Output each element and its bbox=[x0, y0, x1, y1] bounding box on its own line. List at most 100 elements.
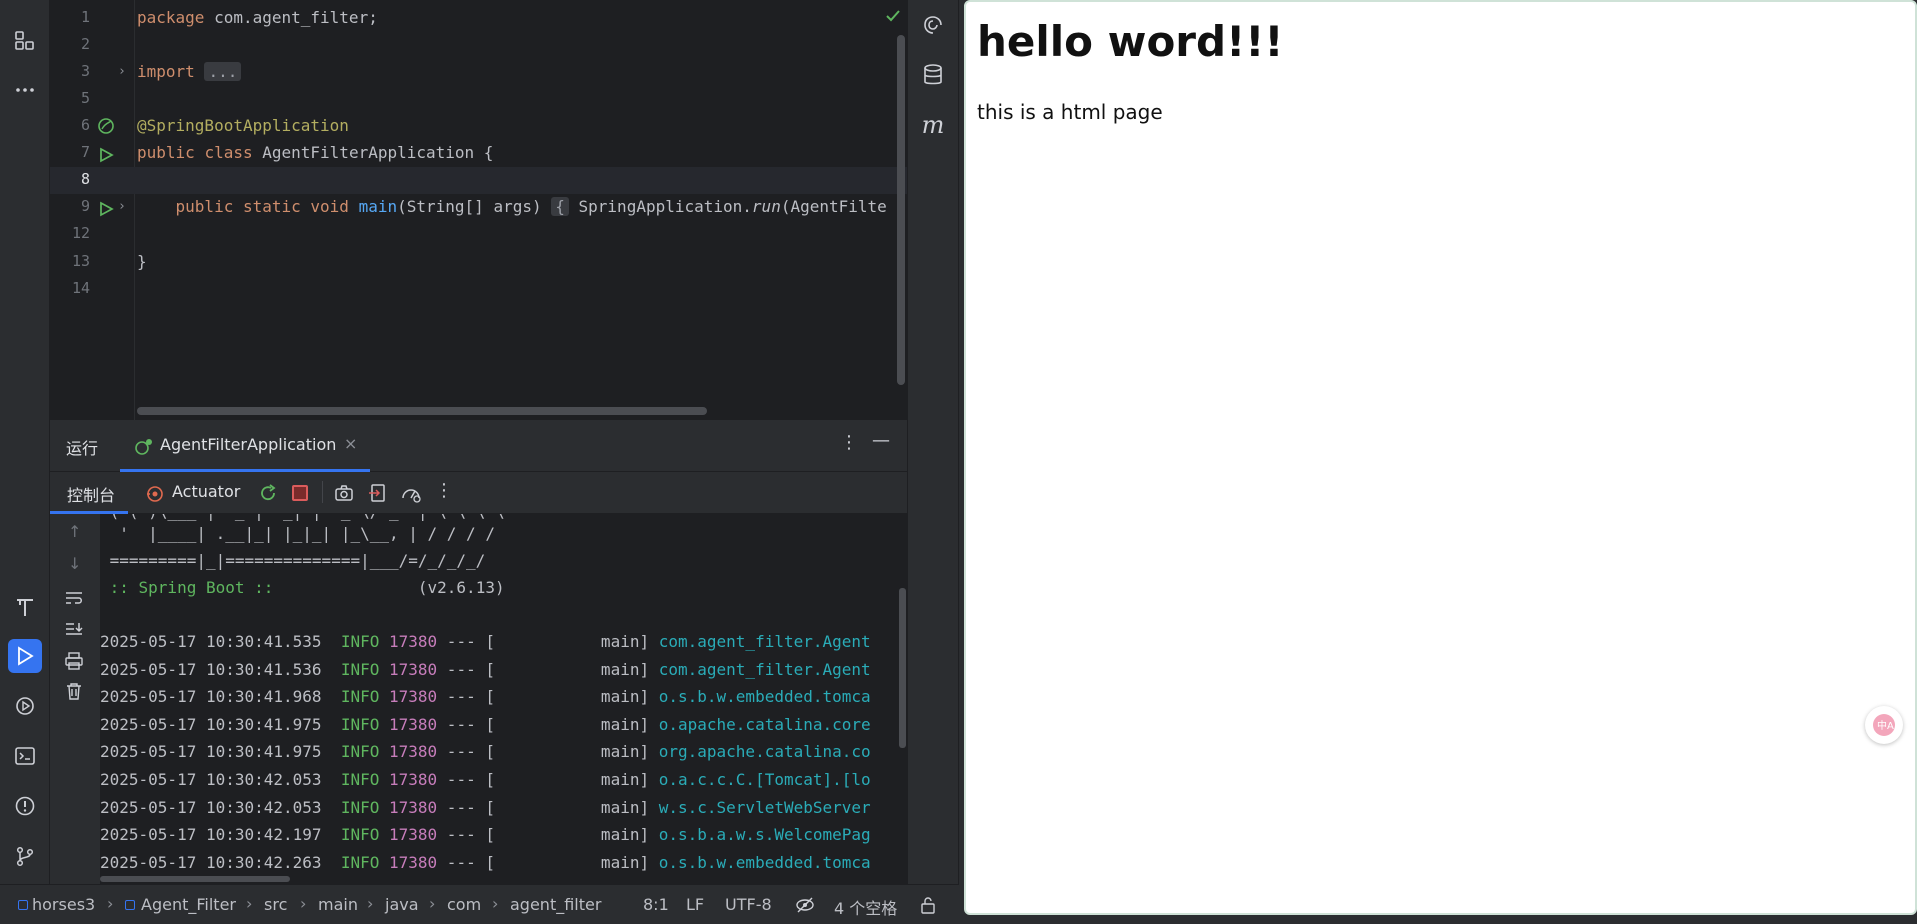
log-pid: 17380 bbox=[389, 742, 438, 762]
import-fold[interactable]: ... bbox=[204, 62, 242, 81]
soft-wrap-icon[interactable] bbox=[64, 590, 84, 610]
status-bar: horses3 › Agent_Filter › src › main › ja… bbox=[0, 884, 959, 924]
minimize-icon[interactable]: — bbox=[872, 430, 890, 451]
run-icon[interactable] bbox=[8, 639, 42, 673]
code-line[interactable]: 14 bbox=[50, 275, 907, 302]
actuator-icon bbox=[145, 484, 165, 508]
caret-position[interactable]: 8:1 bbox=[643, 895, 669, 914]
line-number: 1 bbox=[80, 8, 90, 26]
line-separator[interactable]: LF bbox=[686, 895, 704, 914]
code-line[interactable]: 12 bbox=[50, 220, 907, 247]
close-icon[interactable]: × bbox=[344, 434, 357, 453]
problems-icon[interactable] bbox=[8, 789, 42, 823]
log-line: 2025-05-17 10:30:42.053 INFO 17380 --- [… bbox=[100, 766, 871, 793]
line-number: 13 bbox=[71, 252, 90, 270]
breadcrumb-horses3[interactable]: horses3 bbox=[32, 895, 95, 914]
database-icon[interactable] bbox=[916, 58, 950, 92]
run-panel: 运行 AgentFilterApplication × ⋮ — 控制台 Actu… bbox=[50, 420, 907, 884]
breadcrumb-separator: › bbox=[246, 894, 253, 913]
scroll-down-icon[interactable]: ↓ bbox=[68, 554, 81, 573]
body-fold[interactable]: { bbox=[551, 197, 569, 216]
stop-icon[interactable] bbox=[292, 485, 308, 501]
inspection-icon[interactable] bbox=[795, 896, 815, 918]
camera-icon[interactable] bbox=[334, 483, 354, 507]
check-icon[interactable] bbox=[885, 8, 901, 27]
fold-chevron-icon[interactable]: › bbox=[118, 58, 126, 85]
project-icon[interactable] bbox=[8, 24, 42, 58]
code-line[interactable]: 9 › public static void main(String[] arg… bbox=[50, 193, 907, 220]
log-pid: 17380 bbox=[389, 687, 438, 707]
log-level: INFO bbox=[340, 852, 380, 872]
run-call: run bbox=[751, 197, 781, 216]
console-horizontal-scrollbar[interactable] bbox=[100, 876, 290, 882]
keyword: class bbox=[204, 143, 253, 162]
editor-horizontal-scrollbar[interactable] bbox=[137, 407, 707, 415]
breadcrumb-agent-filter[interactable]: Agent_Filter bbox=[141, 895, 236, 914]
rerun-icon[interactable] bbox=[258, 483, 278, 507]
breadcrumb-agent-filter-package[interactable]: agent_filter bbox=[510, 895, 601, 914]
tab-console[interactable]: 控制台 bbox=[50, 472, 128, 514]
toolbar-more-icon[interactable]: ⋮ bbox=[435, 480, 453, 501]
log-thread: --- [ main] bbox=[437, 852, 659, 872]
tab-run[interactable]: 运行 bbox=[66, 435, 98, 459]
print-icon[interactable] bbox=[64, 652, 84, 674]
breadcrumb-main[interactable]: main bbox=[318, 895, 358, 914]
editor-vertical-scrollbar[interactable] bbox=[897, 35, 905, 385]
more-icon[interactable] bbox=[8, 73, 42, 107]
lock-icon[interactable] bbox=[920, 896, 936, 918]
line-number: 3 bbox=[80, 62, 90, 80]
code-line[interactable]: 7 public class AgentFilterApplication { bbox=[50, 139, 907, 166]
log-level: INFO bbox=[340, 742, 380, 762]
scroll-up-icon[interactable]: ↑ bbox=[68, 522, 81, 541]
log-thread: --- [ main] bbox=[437, 632, 659, 651]
exit-icon[interactable] bbox=[368, 483, 388, 507]
build-icon[interactable] bbox=[8, 590, 42, 624]
log-thread: --- [ main] bbox=[437, 714, 659, 734]
breadcrumb-java[interactable]: java bbox=[385, 895, 419, 914]
keyword: public bbox=[175, 197, 234, 216]
file-encoding[interactable]: UTF-8 bbox=[725, 895, 772, 914]
log-pid: 17380 bbox=[389, 659, 438, 679]
banner-line: =========|_|==============|___/=/_/_/_/ bbox=[100, 551, 486, 570]
scroll-to-end-icon[interactable] bbox=[64, 621, 84, 641]
code-line[interactable]: 3 › import ... bbox=[50, 58, 907, 85]
log-thread: --- [ main] bbox=[437, 687, 659, 707]
translate-icon[interactable]: 中A bbox=[1865, 706, 1903, 744]
tab-console-label: 控制台 bbox=[67, 486, 116, 505]
indent-setting[interactable]: 4 个空格 bbox=[834, 895, 897, 919]
keyword: static bbox=[242, 197, 301, 216]
code-line[interactable]: 1 package com.agent_filter; bbox=[50, 4, 907, 31]
keyword: void bbox=[310, 197, 349, 216]
breadcrumb-src[interactable]: src bbox=[264, 895, 287, 914]
services-icon[interactable] bbox=[8, 689, 42, 723]
profiler-icon[interactable] bbox=[400, 483, 422, 507]
close-brace: } bbox=[137, 252, 147, 271]
class-name: AgentFilterApplication { bbox=[252, 143, 494, 162]
terminal-icon[interactable] bbox=[8, 739, 42, 773]
breadcrumb-com[interactable]: com bbox=[447, 895, 481, 914]
fold-chevron-icon[interactable]: › bbox=[118, 193, 126, 220]
options-icon[interactable]: ⋮ bbox=[840, 432, 858, 453]
code-editor[interactable]: 1 package com.agent_filter; 2 3 › import… bbox=[50, 0, 907, 420]
code-line[interactable]: 5 bbox=[50, 85, 907, 112]
code-line[interactable]: 13 } bbox=[50, 248, 907, 275]
clear-trash-icon[interactable] bbox=[65, 682, 83, 704]
run-panel-header: 运行 AgentFilterApplication × ⋮ — bbox=[50, 420, 907, 472]
log-level: INFO bbox=[340, 797, 380, 817]
code-line[interactable]: 2 bbox=[50, 31, 907, 58]
console-side-toolbar: ↑ ↓ bbox=[50, 514, 100, 884]
log-timestamp: 2025-05-17 10:30:42.197 bbox=[100, 825, 322, 845]
code-line[interactable]: 6 @SpringBootApplication bbox=[50, 112, 907, 139]
line-number: 14 bbox=[71, 279, 90, 297]
code-line[interactable]: 8 bbox=[50, 166, 907, 193]
log-logger: w.s.c.ServletWebServer bbox=[658, 797, 871, 817]
log-pid: 17380 bbox=[389, 770, 438, 789]
console-output[interactable]: ( ( )\___ | '_ | '_| | '_ \/ _` | \ \ \ … bbox=[100, 514, 907, 884]
git-icon[interactable] bbox=[8, 839, 42, 873]
maven-icon[interactable]: m bbox=[916, 108, 950, 142]
console-vertical-scrollbar[interactable] bbox=[899, 588, 906, 748]
log-pid: 17380 bbox=[389, 825, 438, 845]
tab-actuator[interactable]: Actuator bbox=[145, 472, 255, 514]
ai-assistant-icon[interactable] bbox=[916, 8, 950, 42]
tab-agent-filter-application[interactable]: AgentFilterApplication × bbox=[120, 420, 370, 472]
